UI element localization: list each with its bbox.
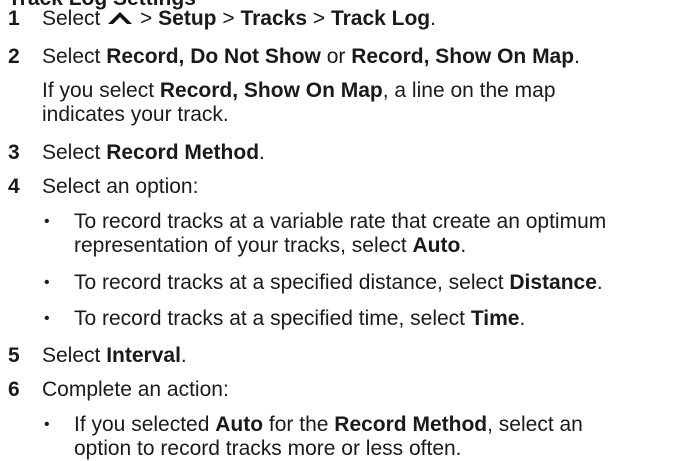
step-text: Select Record, Do Not Show or Record, Sh… bbox=[42, 45, 580, 68]
step-number: 3 bbox=[8, 141, 20, 164]
option-line: To record tracks at a specified time, se… bbox=[74, 307, 526, 330]
step-number: 5 bbox=[8, 344, 20, 367]
step-text: Select an option: bbox=[42, 175, 199, 198]
action-line-1: If you selected Auto for the Record Meth… bbox=[74, 413, 583, 436]
action-line-2: option to record tracks more or less oft… bbox=[74, 437, 462, 460]
step-text: Select Interval. bbox=[42, 344, 187, 367]
step-text: Select > Setup > Tracks > Track Log. bbox=[42, 7, 436, 30]
bullet-icon: • bbox=[44, 310, 50, 327]
option-line: To record tracks at a specified distance… bbox=[74, 271, 603, 294]
bullet-icon: • bbox=[44, 416, 50, 433]
option-line-2: representation of your tracks, select Au… bbox=[74, 234, 467, 257]
bullet-icon: • bbox=[44, 274, 50, 291]
bullet-icon: • bbox=[44, 213, 50, 230]
step-number: 6 bbox=[8, 378, 20, 401]
step-number: 4 bbox=[8, 175, 20, 198]
note-line-1: If you select Record, Show On Map, a lin… bbox=[42, 79, 556, 102]
step-number: 1 bbox=[8, 7, 20, 30]
up-chevron-icon bbox=[108, 12, 133, 24]
step-text: Complete an action: bbox=[42, 378, 229, 401]
option-line-1: To record tracks at a variable rate that… bbox=[74, 210, 607, 233]
step-number: 2 bbox=[8, 45, 20, 68]
step-text: Select Record Method. bbox=[42, 141, 265, 164]
note-line-2: indicates your track. bbox=[42, 103, 229, 126]
